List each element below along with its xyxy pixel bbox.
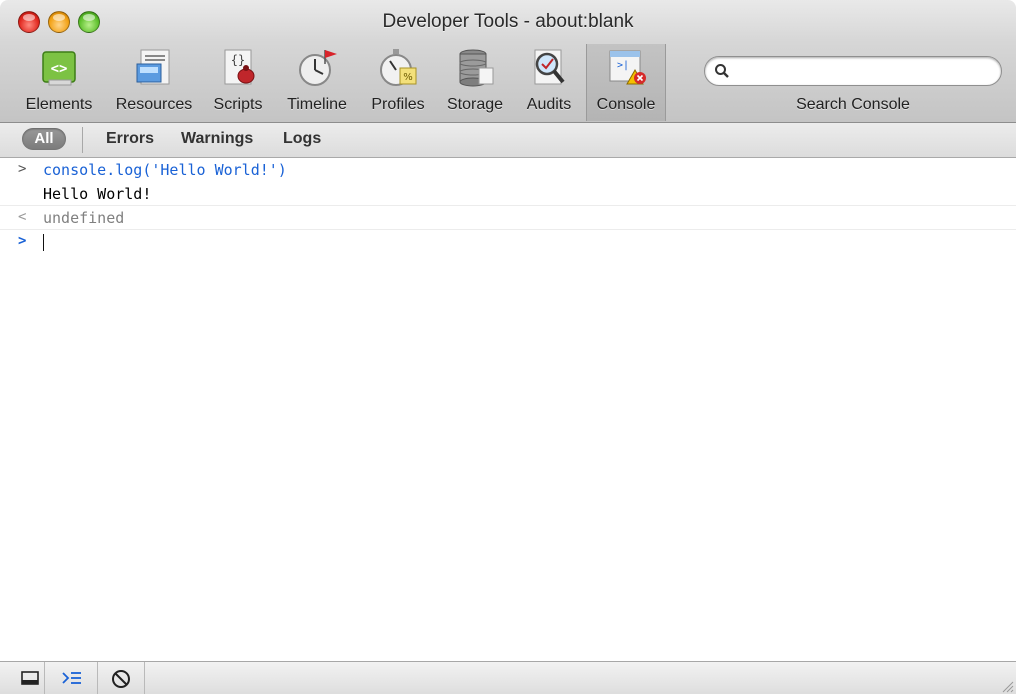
console-toggle-icon [62,672,81,684]
clear-icon [112,670,130,688]
tab-elements[interactable]: <> Elements [20,46,98,118]
svg-text:<>: <> [51,61,68,77]
tab-profiles[interactable]: % Profiles [365,46,431,118]
resources-icon [136,49,170,85]
console-log-line: Hello World! [0,182,1016,206]
tab-label: Console [596,96,656,113]
svg-text:>|: >| [617,60,629,71]
filter-errors-button[interactable]: Errors [106,130,154,148]
dock-button[interactable] [15,662,45,694]
console-toggle-button[interactable] [45,662,98,694]
tab-label: Scripts [213,96,263,113]
tab-label: Audits [526,96,572,113]
tab-timeline[interactable]: Timeline [278,46,356,118]
console-input-line: > console.log('Hello World!') [0,158,1016,182]
elements-icon: <> [42,51,76,86]
tab-resources[interactable]: Resources [110,46,198,118]
filter-divider [82,127,83,153]
console-icon: >| [609,50,646,85]
console-output[interactable]: > console.log('Hello World!') Hello Worl… [0,158,1016,661]
search-label: Search Console [796,96,910,113]
clear-console-button[interactable] [105,662,145,694]
tab-storage[interactable]: Storage [441,46,509,118]
tab-console[interactable]: >| Console [586,44,666,121]
timeline-icon [299,50,337,86]
filter-all-button[interactable]: All [22,128,66,150]
tab-label: Resources [115,96,193,113]
profiles-icon: % [380,49,417,86]
devtools-window: Developer Tools - about:blank <> Element… [0,0,1016,694]
console-result-text: undefined [43,209,125,227]
result-arrow-icon: < [18,209,27,225]
audits-icon [534,49,565,85]
search-icon [715,64,729,78]
tab-label: Profiles [371,96,425,113]
storage-icon [459,49,494,87]
console-prompt-line[interactable]: > [0,230,1016,254]
scripts-icon: {} [224,49,255,85]
filter-logs-button[interactable]: Logs [283,130,321,148]
tab-audits[interactable]: Audits [519,46,579,118]
tab-label: Timeline [287,96,347,113]
filter-warnings-button[interactable]: Warnings [181,130,253,148]
svg-text:{}: {} [231,53,245,67]
text-caret [43,234,44,251]
prompt-icon: > [18,233,27,249]
tab-scripts[interactable]: {} Scripts [206,46,270,118]
search-input[interactable] [735,60,994,84]
tab-label: Elements [25,96,93,113]
svg-text:%: % [403,72,413,83]
console-command: console.log('Hello World!') [43,161,287,179]
status-bar [0,661,1016,694]
console-log-text: Hello World! [43,185,152,203]
input-prompt-icon: > [18,161,27,177]
window-title: Developer Tools - about:blank [382,11,634,32]
filter-bar: All Errors Warnings Logs [0,123,1016,158]
resize-grip-icon[interactable] [1000,679,1014,693]
title-toolbar: Developer Tools - about:blank <> Element… [0,0,1016,123]
tab-label: Storage [446,96,504,113]
search-field[interactable] [704,56,1002,86]
console-result-line: < undefined [0,206,1016,230]
dock-icon [21,671,39,685]
